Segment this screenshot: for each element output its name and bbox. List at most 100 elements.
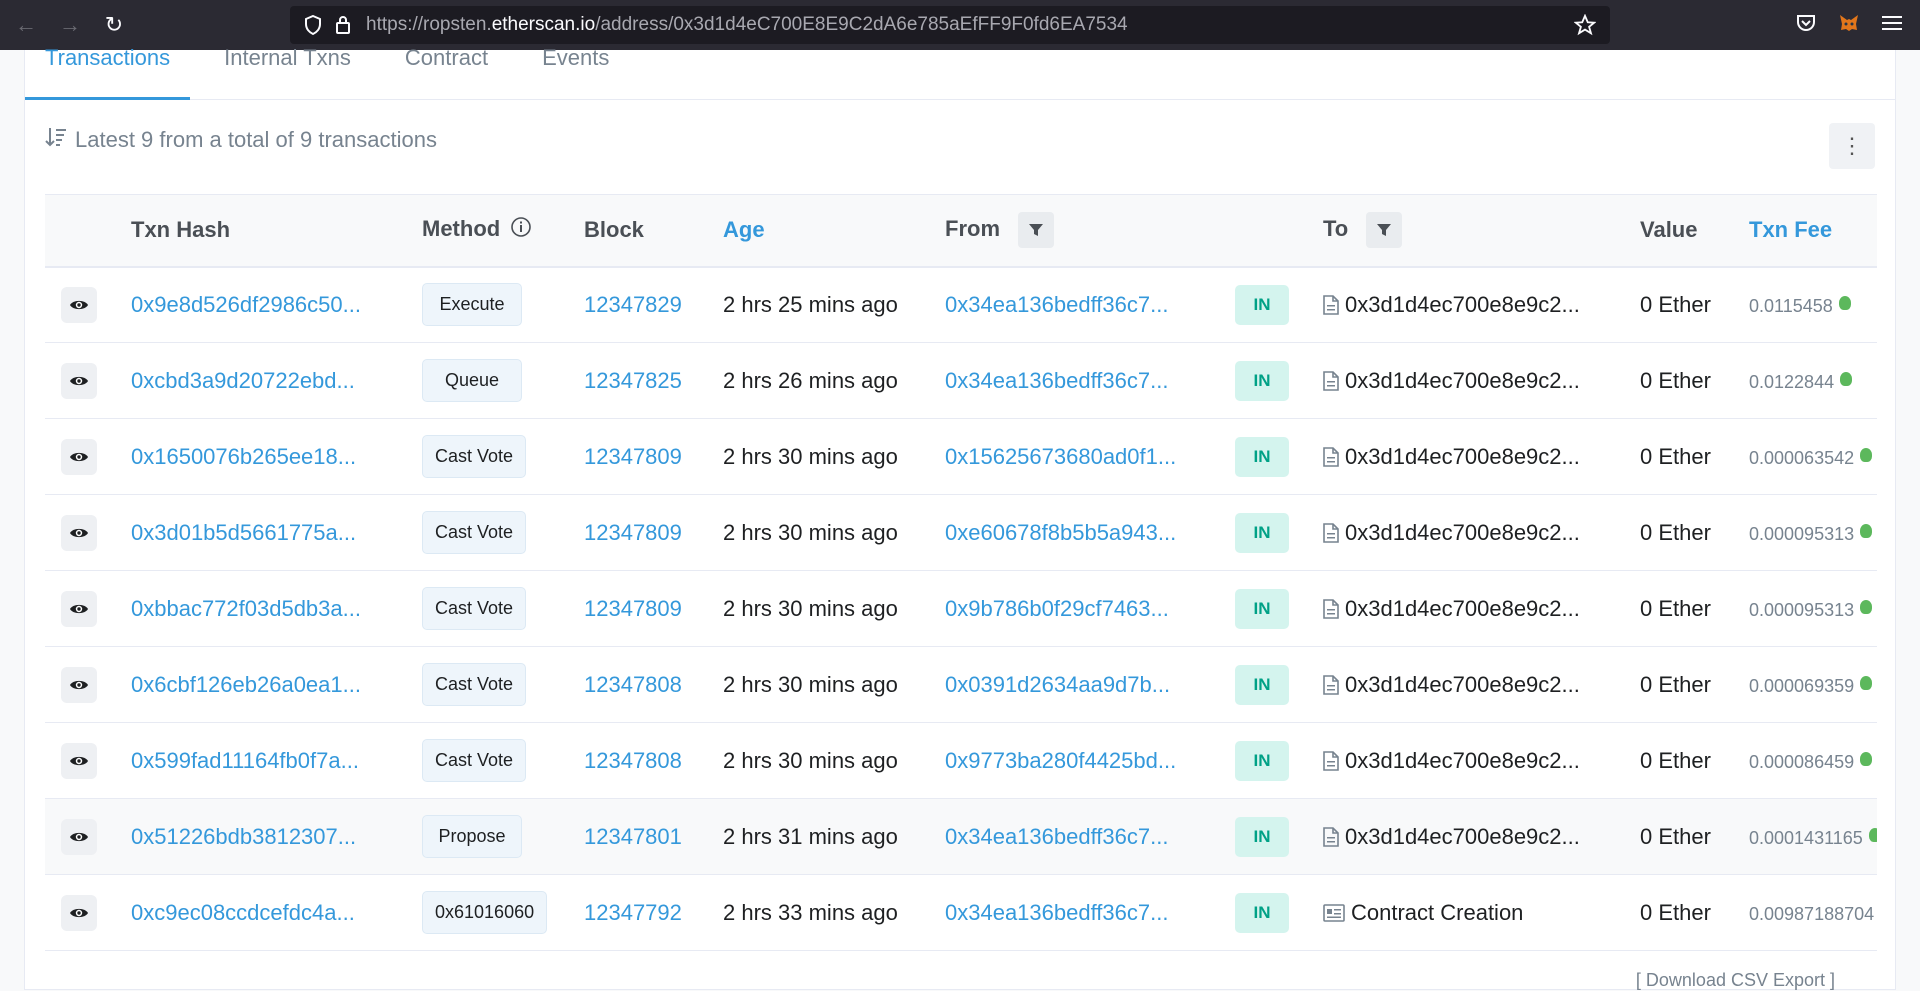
- reload-icon[interactable]: ↻: [96, 7, 132, 43]
- contract-file-icon: [1323, 522, 1339, 543]
- tab-internal-txns[interactable]: Internal Txns: [224, 45, 351, 99]
- from-address-link[interactable]: 0x9b786b0f29cf7463...: [945, 596, 1169, 621]
- txn-hash-link[interactable]: 0x3d01b5d5661775a...: [131, 520, 356, 545]
- back-icon[interactable]: ←: [8, 7, 44, 43]
- gas-bulb-icon: [1860, 751, 1873, 766]
- block-link[interactable]: 12347825: [584, 368, 682, 393]
- to-address[interactable]: 0x3d1d4ec700e8e9c2...: [1345, 520, 1580, 546]
- view-details-button[interactable]: [61, 818, 97, 855]
- view-details-button[interactable]: [61, 894, 97, 931]
- txn-hash-link[interactable]: 0x6cbf126eb26a0ea1...: [131, 672, 361, 697]
- to-address[interactable]: 0x3d1d4ec700e8e9c2...: [1345, 292, 1580, 318]
- transactions-summary: Latest 9 from a total of 9 transactions: [45, 126, 437, 154]
- eye-icon: [69, 526, 89, 540]
- block-link[interactable]: 12347809: [584, 596, 682, 621]
- contract-creation-icon: [1323, 903, 1345, 922]
- age-text: 2 hrs 30 mins ago: [723, 747, 898, 773]
- to-address[interactable]: 0x3d1d4ec700e8e9c2...: [1345, 596, 1580, 622]
- block-link[interactable]: 12347808: [584, 748, 682, 773]
- method-badge: Cast Vote: [422, 435, 527, 478]
- table-row: 0xc9ec08ccdcefdc4a... 0x61016060 12347792 2…: [45, 875, 1877, 951]
- block-link[interactable]: 12347809: [584, 444, 682, 469]
- tab-transactions[interactable]: Transactions: [24, 45, 191, 100]
- to-address[interactable]: 0x3d1d4ec700e8e9c2...: [1345, 748, 1580, 774]
- url-text[interactable]: https://ropsten.etherscan.io/address/0x3…: [366, 14, 1128, 36]
- shield-icon[interactable]: [298, 15, 328, 35]
- filter-icon[interactable]: [1366, 212, 1403, 249]
- from-address-link[interactable]: 0xe60678f8b5b5a943...: [945, 520, 1176, 545]
- value-text: 0 Ether: [1640, 443, 1711, 469]
- block-link[interactable]: 12347808: [584, 672, 682, 697]
- bookmark-star-icon[interactable]: [1573, 13, 1597, 41]
- from-address-link[interactable]: 0x34ea136bedff36c7...: [945, 824, 1168, 849]
- contract-file-icon: [1323, 294, 1339, 315]
- from-address-link[interactable]: 0x0391d2634aa9d7b...: [945, 672, 1170, 697]
- txn-hash-link[interactable]: 0xbbac772f03d5db3a...: [131, 596, 361, 621]
- age-text: 2 hrs 31 mins ago: [723, 823, 898, 849]
- info-icon[interactable]: [510, 216, 532, 244]
- to-address[interactable]: 0x3d1d4ec700e8e9c2...: [1345, 824, 1580, 850]
- view-details-button[interactable]: [61, 742, 97, 779]
- value-text: 0 Ether: [1640, 747, 1711, 773]
- menu-icon[interactable]: [1882, 14, 1902, 37]
- eye-icon: [69, 678, 89, 692]
- lock-icon[interactable]: [328, 15, 358, 35]
- tab-contract[interactable]: Contract: [405, 45, 488, 99]
- url-bar[interactable]: https://ropsten.etherscan.io/address/0x3…: [290, 6, 1610, 44]
- view-details-button[interactable]: [61, 514, 97, 551]
- block-link[interactable]: 12347809: [584, 520, 682, 545]
- direction-badge: IN: [1235, 664, 1289, 705]
- txn-fee-text: 0.000095313: [1749, 523, 1855, 544]
- to-address[interactable]: 0x3d1d4ec700e8e9c2...: [1345, 444, 1580, 470]
- direction-badge: IN: [1235, 740, 1289, 781]
- value-text: 0 Ether: [1640, 291, 1711, 317]
- pocket-icon[interactable]: [1796, 13, 1816, 38]
- txn-hash-link[interactable]: 0xcbd3a9d20722ebd...: [131, 368, 355, 393]
- method-badge: Propose: [422, 815, 522, 858]
- txn-fee-text: 0.000063542: [1749, 447, 1855, 468]
- gas-bulb-icon: [1838, 295, 1851, 310]
- age-text: 2 hrs 30 mins ago: [723, 671, 898, 697]
- view-details-button[interactable]: [61, 590, 97, 627]
- forward-icon[interactable]: →: [52, 7, 88, 43]
- contract-file-icon: [1323, 598, 1339, 619]
- block-link[interactable]: 12347801: [584, 824, 682, 849]
- direction-badge: IN: [1235, 284, 1289, 325]
- from-address-link[interactable]: 0x34ea136bedff36c7...: [945, 368, 1168, 393]
- block-link[interactable]: 12347829: [584, 292, 682, 317]
- txn-hash-link[interactable]: 0x599fad11164fb0f7a...: [131, 748, 359, 773]
- tab-events[interactable]: Events: [542, 45, 609, 99]
- gas-bulb-icon: [1868, 827, 1877, 842]
- value-text: 0 Ether: [1640, 595, 1711, 621]
- col-age[interactable]: Age: [723, 195, 945, 267]
- txn-hash-link[interactable]: 0xc9ec08ccdcefdc4a...: [131, 900, 355, 925]
- download-csv-link[interactable]: [ Download CSV Export ]: [1636, 970, 1835, 991]
- from-address-link[interactable]: 0x34ea136bedff36c7...: [945, 900, 1168, 925]
- col-txn-fee[interactable]: Txn Fee: [1749, 195, 1877, 267]
- method-badge: Cast Vote: [422, 511, 527, 554]
- from-address-link[interactable]: 0x34ea136bedff36c7...: [945, 292, 1168, 317]
- age-text: 2 hrs 33 mins ago: [723, 899, 898, 925]
- txn-fee-text: 0.0122844: [1749, 371, 1835, 392]
- more-options-button[interactable]: ⋮: [1829, 123, 1875, 169]
- gas-bulb-icon: [1860, 447, 1873, 462]
- from-address-link[interactable]: 0x15625673680ad0f1...: [945, 444, 1176, 469]
- view-details-button[interactable]: [61, 438, 97, 475]
- view-details-button[interactable]: [61, 666, 97, 703]
- to-address[interactable]: 0x3d1d4ec700e8e9c2...: [1345, 368, 1580, 394]
- metamask-fox-icon[interactable]: [1838, 12, 1860, 39]
- filter-icon[interactable]: [1018, 212, 1055, 249]
- block-link[interactable]: 12347792: [584, 900, 682, 925]
- eye-icon: [69, 602, 89, 616]
- txn-fee-text: 0.000086459: [1749, 751, 1855, 772]
- to-address[interactable]: 0x3d1d4ec700e8e9c2...: [1345, 672, 1580, 698]
- direction-badge: IN: [1235, 436, 1289, 477]
- txn-hash-link[interactable]: 0x9e8d526df2986c50...: [131, 292, 361, 317]
- view-details-button[interactable]: [61, 362, 97, 399]
- from-address-link[interactable]: 0x9773ba280f4425bd...: [945, 748, 1176, 773]
- view-details-button[interactable]: [61, 286, 97, 323]
- txn-hash-link[interactable]: 0x51226bdb3812307...: [131, 824, 356, 849]
- age-text: 2 hrs 26 mins ago: [723, 367, 898, 393]
- browser-toolbar: ← → ↻ https://ropsten.etherscan.io/addre…: [0, 0, 1920, 50]
- txn-hash-link[interactable]: 0x1650076b265ee18...: [131, 444, 356, 469]
